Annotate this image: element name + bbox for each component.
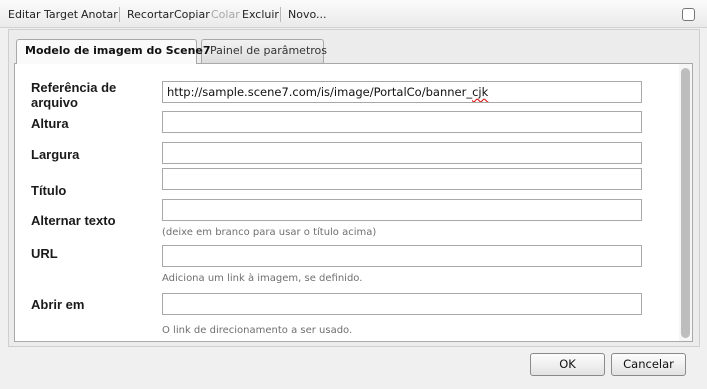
toolbar-divider xyxy=(280,7,281,22)
new-button[interactable]: Novo... xyxy=(288,8,327,21)
annotate-button[interactable]: Anotar xyxy=(81,8,118,21)
delete-button[interactable]: Excluir xyxy=(242,8,279,21)
height-input[interactable] xyxy=(162,111,642,133)
open-in-select[interactable] xyxy=(162,293,642,315)
cancel-button[interactable]: Cancelar xyxy=(611,353,686,376)
alt-text-input[interactable] xyxy=(162,199,642,221)
ok-button[interactable]: OK xyxy=(530,353,605,376)
file-reference-value-flagged: cjk xyxy=(472,85,489,99)
url-value xyxy=(163,251,171,257)
edit-button[interactable]: Editar xyxy=(8,8,41,21)
tab-parameters-panel[interactable]: Painel de parâmetros xyxy=(201,39,327,63)
maximize-toggle[interactable] xyxy=(682,8,695,21)
form-panel: Referência de arquivo http://sample.scen… xyxy=(14,63,693,342)
paste-button: Colar xyxy=(211,8,240,21)
alt-text-label: Alternar texto xyxy=(31,213,116,228)
url-label: URL xyxy=(31,246,58,261)
url-hint: Adiciona um link à imagem, se definido. xyxy=(162,273,363,284)
crop-button[interactable]: Recortar xyxy=(127,8,174,21)
title-label: Título xyxy=(31,183,67,198)
alt-text-hint: (deixe em branco para usar o título acim… xyxy=(162,227,377,238)
file-reference-label: Referência de arquivo xyxy=(31,80,117,110)
height-label: Altura xyxy=(31,116,69,131)
file-reference-value: http://sample.scene7.com/is/image/Portal… xyxy=(167,85,473,99)
open-in-value xyxy=(163,299,171,305)
tab-scene7-image-template[interactable]: Modelo de imagem do Scene7 xyxy=(16,39,211,64)
toolbar-divider xyxy=(119,7,120,22)
file-reference-input[interactable]: http://sample.scene7.com/is/image/Portal… xyxy=(162,81,642,103)
copy-button[interactable]: Copiar xyxy=(174,8,210,21)
url-input[interactable] xyxy=(162,245,642,267)
open-in-hint: O link de direcionamento a ser usado. xyxy=(162,325,353,336)
width-label: Largura xyxy=(31,147,80,162)
target-button[interactable]: Target xyxy=(44,8,78,21)
scrollbar-thumb[interactable] xyxy=(681,68,690,338)
title-input[interactable] xyxy=(162,168,642,190)
open-in-label: Abrir em xyxy=(31,297,85,312)
toolbar: Editar Target Anotar Recortar Copiar Col… xyxy=(0,0,707,28)
width-input[interactable] xyxy=(162,142,642,164)
